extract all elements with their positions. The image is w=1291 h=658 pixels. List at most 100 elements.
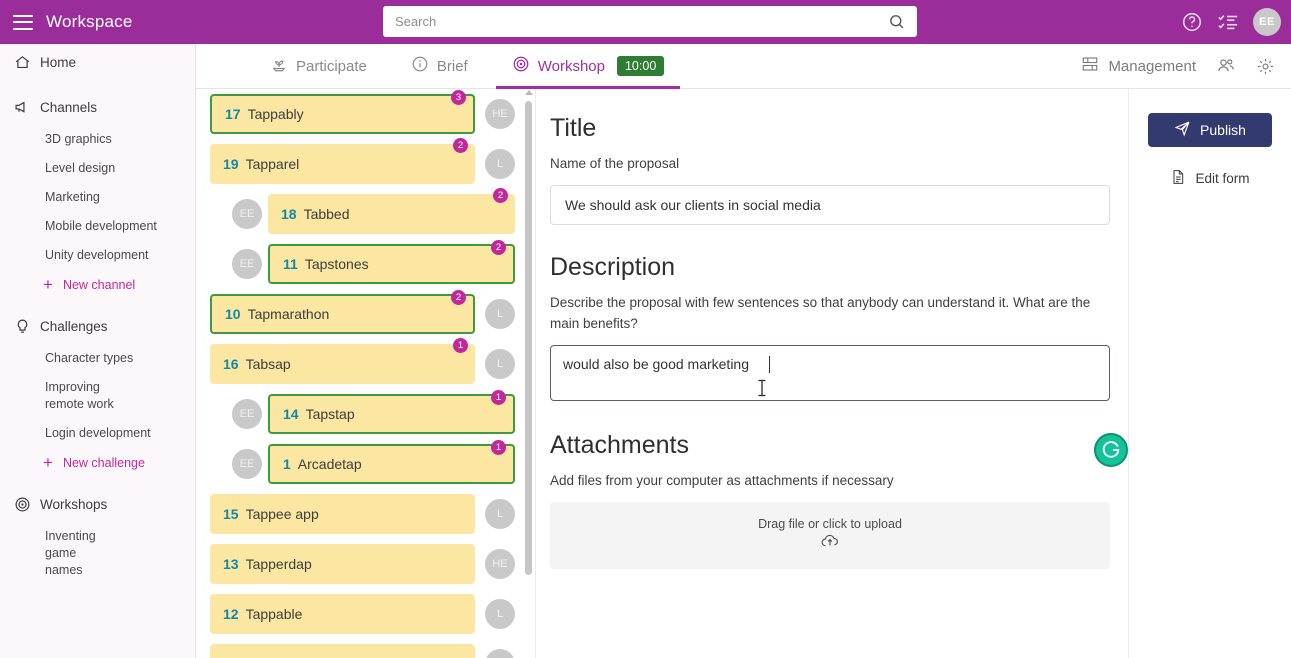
- sidebar-item-inventing-game-names[interactable]: Inventing game names: [0, 522, 120, 585]
- sidebar-item-level-design[interactable]: Level design: [0, 154, 195, 183]
- idea-card-row: 13 Tapperdap HE: [210, 539, 515, 589]
- idea-card[interactable]: 18 Tabbed 2: [268, 188, 515, 234]
- idea-name: Tapmarathon: [247, 306, 330, 322]
- tab-bar-actions: Management: [1081, 55, 1291, 77]
- idea-card-row: 17 Tappably 3 HE: [210, 89, 515, 139]
- avatar[interactable]: HE: [485, 99, 515, 129]
- idea-name: Tapstones: [304, 256, 369, 272]
- idea-card-row: EE 18 Tabbed 2: [210, 188, 515, 239]
- idea-number: 17: [225, 106, 241, 122]
- idea-card[interactable]: 17 Tappably 3: [210, 90, 475, 134]
- idea-number: 11: [283, 256, 298, 272]
- idea-comment-badge: 2: [453, 138, 468, 153]
- idea-card[interactable]: 1 Arcadetap 1: [268, 440, 515, 484]
- sidebar-section-workshops[interactable]: Workshops: [0, 486, 195, 522]
- idea-number: 13: [223, 556, 239, 572]
- idea-comment-badge: 3: [451, 90, 466, 105]
- avatar[interactable]: HE: [485, 549, 515, 579]
- title-input[interactable]: [550, 185, 1110, 225]
- megaphone-icon: [14, 99, 40, 116]
- scroll-up-arrow-icon[interactable]: [525, 90, 533, 95]
- ideas-list-scrollbar[interactable]: [523, 89, 535, 658]
- file-dropzone[interactable]: Drag file or click to upload: [550, 502, 1110, 569]
- idea-name: Tappee app: [245, 506, 319, 522]
- sidebar-item-login-development[interactable]: Login development: [0, 419, 195, 448]
- avatar[interactable]: EE: [1253, 8, 1281, 36]
- description-textarea[interactable]: would also be good marketing: [550, 345, 1110, 401]
- attachments-section: Attachments Add files from your computer…: [550, 431, 1110, 569]
- sidebar-item-label: Home: [40, 54, 77, 70]
- sidebar-item-marketing[interactable]: Marketing: [0, 183, 195, 212]
- sidebar-section-label: Challenges: [40, 318, 108, 334]
- sidebar-item-3d-graphics[interactable]: 3D graphics: [0, 125, 195, 154]
- idea-card[interactable]: 10 Tapmarathon 2: [210, 290, 475, 334]
- idea-card-row: 15 Tappee app L: [210, 489, 515, 539]
- document-icon: [1170, 169, 1186, 188]
- idea-card[interactable]: 15 Tappee app: [210, 494, 475, 534]
- people-icon[interactable]: [1216, 56, 1236, 76]
- tab-bar: Participate Brief Workshop 10:00 Managem…: [196, 44, 1291, 89]
- edit-form-label: Edit form: [1195, 171, 1250, 186]
- scrollbar-thumb[interactable]: [525, 101, 532, 575]
- management-button[interactable]: Management: [1081, 55, 1196, 77]
- idea-card[interactable]: 11 Tapstones 2: [268, 240, 515, 284]
- new-challenge-button[interactable]: + New challenge: [0, 448, 195, 477]
- publish-button[interactable]: Publish: [1148, 113, 1272, 147]
- workshop-timer-badge: 10:00: [616, 56, 665, 76]
- grammarly-g-icon[interactable]: [1094, 433, 1128, 467]
- sidebar-item-character-types[interactable]: Character types: [0, 344, 195, 373]
- tab-brief[interactable]: Brief: [389, 44, 490, 89]
- tab-workshop[interactable]: Workshop 10:00: [490, 44, 687, 89]
- tab-participate[interactable]: Participate: [248, 44, 389, 89]
- hamburger-menu-icon[interactable]: [13, 14, 33, 30]
- tab-label: Brief: [436, 57, 468, 75]
- sidebar-item-improving-remote-work[interactable]: Improving remote work: [0, 373, 130, 419]
- sidebar-item-mobile-development[interactable]: Mobile development: [0, 212, 195, 241]
- avatar[interactable]: EE: [232, 449, 262, 479]
- description-heading: Description: [550, 253, 676, 281]
- new-channel-button[interactable]: + New channel: [0, 270, 195, 299]
- sidebar-section-label: Workshops: [40, 496, 108, 512]
- proposal-form: Title Name of the proposal Description D…: [536, 89, 1128, 658]
- gear-icon[interactable]: [1256, 57, 1275, 76]
- avatar[interactable]: L: [485, 299, 515, 329]
- sidebar-item-unity-development[interactable]: Unity development: [0, 241, 195, 270]
- avatar[interactable]: L: [485, 349, 515, 379]
- search-bar[interactable]: [383, 6, 917, 37]
- workspace-title: Workspace: [46, 12, 133, 31]
- idea-card-row: L: [210, 639, 515, 658]
- search-input[interactable]: [383, 6, 888, 37]
- idea-card[interactable]: 12 Tappable: [210, 594, 475, 634]
- avatar[interactable]: EE: [232, 399, 262, 429]
- avatar[interactable]: EE: [232, 249, 262, 279]
- sidebar-section-channels[interactable]: Channels: [0, 89, 195, 125]
- idea-card[interactable]: [210, 644, 475, 658]
- avatar[interactable]: L: [485, 499, 515, 529]
- avatar[interactable]: EE: [232, 199, 262, 229]
- avatar[interactable]: L: [485, 649, 515, 658]
- idea-card-row: EE 14 Tapstap 1: [210, 389, 515, 439]
- edit-form-button[interactable]: Edit form: [1129, 169, 1291, 188]
- sidebar-section-challenges[interactable]: Challenges: [0, 308, 195, 344]
- idea-card[interactable]: 19 Tapparel 2: [210, 138, 475, 184]
- checklist-icon[interactable]: [1217, 11, 1239, 33]
- avatar[interactable]: L: [485, 599, 515, 629]
- management-grid-icon: [1081, 55, 1099, 77]
- idea-card[interactable]: 13 Tapperdap: [210, 544, 475, 584]
- idea-card[interactable]: 14 Tapstap 1: [268, 390, 515, 434]
- avatar[interactable]: L: [485, 149, 515, 179]
- idea-number: 12: [223, 606, 239, 622]
- sidebar: Home Channels 3D graphics Level design M…: [0, 44, 196, 658]
- idea-number: 15: [223, 506, 239, 522]
- idea-card[interactable]: 16 Tabsap 1: [210, 338, 475, 384]
- sidebar-item-home[interactable]: Home: [0, 44, 195, 80]
- help-circle-icon[interactable]: [1181, 11, 1203, 33]
- plus-icon: +: [43, 453, 53, 472]
- paper-plane-icon: [1174, 120, 1191, 140]
- new-challenge-label: New challenge: [62, 455, 145, 470]
- idea-number: 1: [283, 456, 291, 472]
- search-icon[interactable]: [888, 13, 905, 30]
- attachments-heading: Attachments: [550, 431, 689, 459]
